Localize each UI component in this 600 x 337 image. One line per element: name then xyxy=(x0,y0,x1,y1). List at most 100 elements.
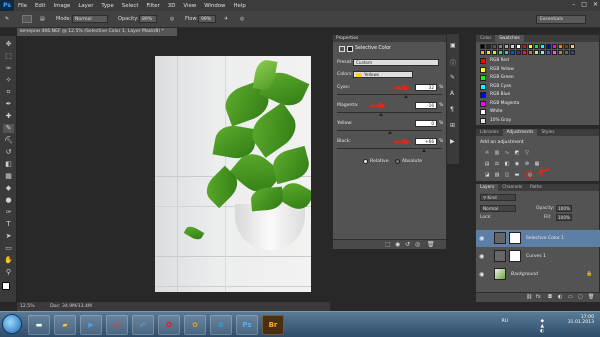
swatch-chip[interactable] xyxy=(480,50,485,55)
swatch-list-item[interactable]: RGB Red xyxy=(480,57,600,65)
menu-file[interactable]: File xyxy=(14,3,31,9)
curves-icon[interactable]: ∿ xyxy=(504,150,510,156)
link-icon[interactable]: ⛓ xyxy=(526,294,532,300)
blend-mode-select[interactable]: Normal xyxy=(480,205,516,212)
clip-to-layer-icon[interactable]: ⬚ xyxy=(385,241,391,248)
threshold-icon[interactable]: ◫ xyxy=(504,172,510,178)
slider-track[interactable] xyxy=(337,94,442,95)
lasso-tool-icon[interactable]: ∞ xyxy=(3,64,14,73)
hand-tool-icon[interactable]: ✋ xyxy=(3,256,14,265)
paint-taskbar-icon[interactable]: ✿ xyxy=(184,315,206,335)
airbrush-icon[interactable]: ✈ xyxy=(224,16,228,22)
menu-3d[interactable]: 3D xyxy=(164,3,180,9)
swatch-list-item[interactable]: White xyxy=(480,108,600,116)
swatch-chip[interactable] xyxy=(540,44,545,49)
vibrance-icon[interactable]: ▽ xyxy=(524,150,530,156)
swatch-chip[interactable] xyxy=(570,44,575,49)
visibility-icon[interactable]: ◎ xyxy=(415,241,420,248)
colors-select[interactable]: Yellows xyxy=(353,71,413,78)
type-tool-icon[interactable]: T xyxy=(3,220,14,229)
brush-preset-picker[interactable] xyxy=(22,15,32,23)
bridge-taskbar-icon[interactable]: Br xyxy=(262,315,284,335)
swatch-chip[interactable] xyxy=(528,44,533,49)
photoshop-taskbar-icon[interactable]: Ps xyxy=(236,315,258,335)
swatch-chip[interactable] xyxy=(552,44,557,49)
history-icon[interactable]: ▣ xyxy=(450,42,456,49)
brush-presets-icon[interactable]: ✎ xyxy=(450,74,455,81)
flow-input[interactable]: 99% xyxy=(198,15,216,23)
swatch-chip[interactable] xyxy=(516,50,521,55)
brush-tool-icon[interactable]: ✎ xyxy=(5,16,9,22)
swatch-chip[interactable] xyxy=(552,50,557,55)
fx-icon[interactable]: fx xyxy=(536,294,541,300)
start-button[interactable] xyxy=(2,314,22,334)
swatch-chip[interactable] xyxy=(528,50,533,55)
swatch-chip[interactable] xyxy=(510,44,515,49)
quick-select-tool-icon[interactable]: ✧ xyxy=(3,76,14,85)
swatch-chip[interactable] xyxy=(486,50,491,55)
swatch-chip[interactable] xyxy=(480,44,485,49)
selective-color-icon[interactable]: ◎ xyxy=(526,171,534,179)
slider-thumb[interactable] xyxy=(379,113,384,116)
move-tool-icon[interactable]: ✥ xyxy=(3,40,14,49)
swatch-chip[interactable] xyxy=(558,50,563,55)
invert-icon[interactable]: ◪ xyxy=(484,172,490,178)
clock-date[interactable]: 31.01.2013 xyxy=(554,320,594,325)
slider-value-input[interactable]: -16 xyxy=(415,102,437,109)
opera-taskbar-icon[interactable]: O xyxy=(158,315,180,335)
photo-filter-icon[interactable]: ◉ xyxy=(514,161,520,167)
swatch-chip[interactable] xyxy=(492,50,497,55)
tab-channels[interactable]: Channels xyxy=(498,184,526,191)
menu-help[interactable]: Help xyxy=(229,3,249,9)
channel-mixer-icon[interactable]: ⊛ xyxy=(524,161,530,167)
swatch-list-item[interactable]: RGB Blue xyxy=(480,91,600,99)
slider-value-input[interactable]: 0 xyxy=(415,120,437,127)
menu-select[interactable]: Select xyxy=(118,3,143,9)
new-adjustment-icon[interactable]: ◐ xyxy=(558,294,562,300)
clone-stamp-tool-icon[interactable]: ⛏ xyxy=(3,136,14,145)
character-icon[interactable]: A xyxy=(450,90,454,97)
slider-value-input[interactable]: 32 xyxy=(415,84,437,91)
tab-layers[interactable]: Layers xyxy=(476,184,499,191)
gradient-tool-icon[interactable]: ▦ xyxy=(3,172,14,181)
eyedropper-tool-icon[interactable]: ✒ xyxy=(3,100,14,109)
slider-thumb[interactable] xyxy=(387,131,392,134)
history-brush-tool-icon[interactable]: ↺ xyxy=(3,148,14,157)
swatch-chip[interactable] xyxy=(504,44,509,49)
path-select-tool-icon[interactable]: ➤ xyxy=(3,232,14,241)
swatch-chip[interactable] xyxy=(534,50,539,55)
hue-saturation-icon[interactable]: ▤ xyxy=(484,161,490,167)
swatch-list-item[interactable]: RGB Magenta xyxy=(480,100,600,108)
menu-layer[interactable]: Layer xyxy=(74,3,97,9)
mode-select[interactable]: Normal xyxy=(72,15,108,23)
swatch-chip[interactable] xyxy=(564,50,569,55)
workspace-select[interactable]: Essentials xyxy=(536,15,586,24)
brush-panel-icon[interactable]: ▤ xyxy=(40,16,45,22)
exposure-icon[interactable]: ◩ xyxy=(514,150,520,156)
levels-icon[interactable]: ▥ xyxy=(494,150,500,156)
close-icon[interactable]: ✕ xyxy=(593,1,598,8)
eye-icon[interactable]: ◉ xyxy=(479,230,484,247)
healing-tool-icon[interactable]: ✚ xyxy=(3,112,14,121)
new-layer-icon[interactable]: ▢ xyxy=(578,294,583,300)
slider-thumb[interactable] xyxy=(422,149,427,152)
menu-view[interactable]: View xyxy=(179,3,200,9)
mask-icon[interactable] xyxy=(347,46,353,52)
mask-thumbnail[interactable] xyxy=(509,250,521,262)
tab-paths[interactable]: Paths xyxy=(526,184,546,191)
menu-image[interactable]: Image xyxy=(49,3,74,9)
swatch-chip[interactable] xyxy=(540,50,545,55)
tab-styles[interactable]: Styles xyxy=(537,129,558,136)
swatch-chip[interactable] xyxy=(510,50,515,55)
swatch-chip[interactable] xyxy=(570,50,575,55)
absolute-radio[interactable] xyxy=(395,159,400,164)
swatch-list-item[interactable]: RGB Green xyxy=(480,74,600,82)
swatch-chip[interactable] xyxy=(546,44,551,49)
navigator-icon[interactable]: ⊞ xyxy=(450,122,455,129)
menu-type[interactable]: Type xyxy=(97,3,117,9)
crop-tool-icon[interactable]: ⌗ xyxy=(3,88,14,97)
chrome-taskbar-icon[interactable]: ◍ xyxy=(106,315,128,335)
tab-swatches[interactable]: Swatches xyxy=(495,35,524,42)
opacity-input[interactable]: 89% xyxy=(139,15,157,23)
swatch-chip[interactable] xyxy=(558,44,563,49)
